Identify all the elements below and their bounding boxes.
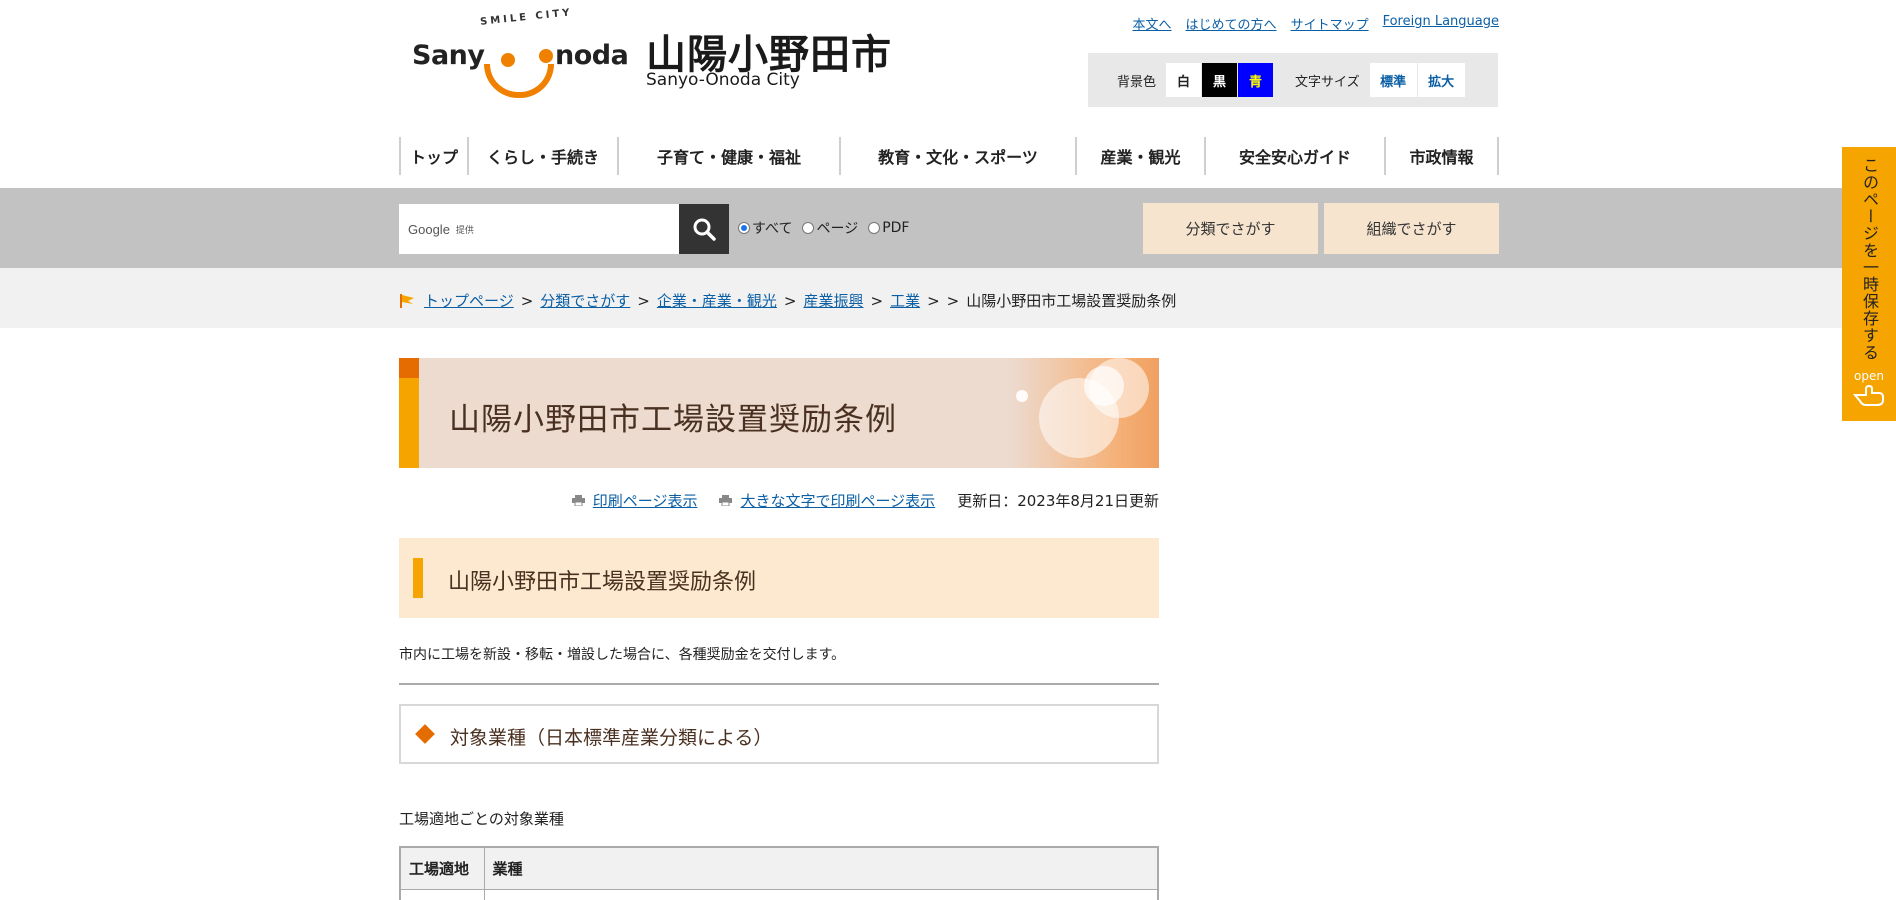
breadcrumb: トップページ > 分類でさがす > 企業・産業・観光 > 産業振興 > 工業 > > 山陽… (399, 290, 1176, 311)
utility-links: 本文へ はじめての方へ サイトマップ Foreign Language (1133, 14, 1499, 33)
util-link-first-time[interactable]: はじめての方へ (1186, 14, 1277, 33)
search-input[interactable]: Google 提供 (399, 204, 679, 254)
breadcrumb-link-category[interactable]: 分類でさがす (540, 290, 630, 311)
city-name-en: Sanyo-Onoda City (646, 70, 800, 90)
page-title-banner: 山陽小野田市工場設置奨励条例 (399, 358, 1159, 468)
breadcrumb-link-top[interactable]: トップページ (424, 290, 514, 311)
divider (399, 683, 1159, 685)
decor-circle (1016, 390, 1028, 402)
industry-table: 工場適地 業種 (399, 846, 1159, 900)
page-title: 山陽小野田市工場設置奨励条例 (449, 402, 897, 438)
bg-color-label: 背景色 (1117, 74, 1157, 90)
decor-circle (1084, 366, 1124, 406)
search-scope-radios: すべて ページ PDF (738, 218, 909, 238)
nav-item-education-culture[interactable]: 教育・文化・スポーツ (839, 137, 1075, 175)
main-content: 山陽小野田市工場設置奨励条例 印刷ページ表示 大きな文字で印刷ページ表示 更新日… (399, 358, 1159, 900)
print-options: 印刷ページ表示 大きな文字で印刷ページ表示 更新日：2023年8月21日更新 (571, 490, 1159, 511)
nav-item-city-info[interactable]: 市政情報 (1384, 137, 1499, 175)
logo-dot-icon (539, 49, 553, 63)
nav-item-top[interactable]: トップ (399, 137, 467, 175)
nav-item-safety-guide[interactable]: 安全安心ガイド (1204, 137, 1384, 175)
logo-onoda-letters: noda (555, 40, 629, 71)
diamond-icon (415, 724, 435, 744)
util-link-main-content[interactable]: 本文へ (1133, 14, 1172, 33)
search-icon (693, 218, 716, 241)
font-size-large-button[interactable]: 拡大 (1417, 63, 1465, 97)
updated-date: 更新日：2023年8月21日更新 (957, 492, 1159, 510)
printer-icon (719, 495, 733, 506)
breadcrumb-extra-separator: > (946, 291, 960, 310)
radio-page[interactable]: ページ (802, 218, 858, 238)
search-button[interactable] (679, 204, 729, 254)
save-page-text: このページを一時保存する (1860, 157, 1879, 361)
radio-pdf[interactable]: PDF (868, 220, 909, 236)
table-row (399, 889, 1159, 900)
radio-unchecked-icon[interactable] (868, 222, 881, 234)
print-large-text-link[interactable]: 大きな文字で印刷ページ表示 (740, 490, 935, 511)
print-page-link[interactable]: 印刷ページ表示 (593, 490, 698, 511)
search-band: Google 提供 すべて ページ PDF 分類でさがす 組織でさがす (0, 188, 1896, 268)
site-logo[interactable]: SMILE CITY Sany noda (412, 7, 632, 102)
section-heading: 山陽小野田市工場設置奨励条例 (399, 538, 1159, 618)
logo-smile-icon (484, 64, 554, 98)
breadcrumb-band: トップページ > 分類でさがす > 企業・産業・観光 > 産業振興 > 工業 > > 山陽… (0, 268, 1896, 328)
printer-icon (571, 495, 585, 506)
table-header-row: 工場適地 業種 (399, 846, 1159, 890)
breadcrumb-link-business[interactable]: 企業・産業・観光 (657, 290, 777, 311)
font-size-label: 文字サイズ (1295, 74, 1360, 90)
subsection-heading: 対象業種（日本標準産業分類による） (399, 704, 1159, 764)
site-header: SMILE CITY Sany noda 山陽小野田市 Sanyo-Onoda … (399, 0, 1499, 128)
bg-black-button[interactable]: 黒 (1202, 63, 1238, 97)
logo-smile-city-text: SMILE CITY (479, 7, 574, 28)
pointing-hand-icon (1852, 384, 1884, 406)
bg-white-button[interactable]: 白 (1166, 63, 1202, 97)
radio-unchecked-icon[interactable] (802, 222, 815, 234)
logo-sanyo-text: Sany (412, 40, 485, 71)
radio-all[interactable]: すべて (738, 218, 792, 238)
radio-checked-icon[interactable] (738, 222, 750, 234)
table-header-industry: 業種 (483, 846, 1159, 890)
breadcrumb-current: 山陽小野田市工場設置奨励条例 (966, 292, 1177, 310)
nav-item-industry-tourism[interactable]: 産業・観光 (1075, 137, 1204, 175)
global-nav: トップ くらし・手続き 子育て・健康・福祉 教育・文化・スポーツ 産業・観光 安… (399, 137, 1499, 175)
breadcrumb-link-promotion[interactable]: 産業振興 (803, 290, 863, 311)
accessibility-panel: 背景色 白 黒 青 文字サイズ 標準 拡大 (1088, 53, 1498, 107)
util-link-sitemap[interactable]: サイトマップ (1291, 14, 1369, 33)
util-link-foreign-language[interactable]: Foreign Language (1383, 14, 1499, 33)
nav-item-living[interactable]: くらし・手続き (467, 137, 617, 175)
table-caption: 工場適地ごとの対象業種 (399, 810, 564, 828)
search-by-category-button[interactable]: 分類でさがす (1143, 203, 1318, 254)
bg-blue-button[interactable]: 青 (1238, 63, 1274, 97)
side-tab-open-label: open (1854, 369, 1884, 383)
save-page-side-tab[interactable]: このページを一時保存する open (1842, 147, 1896, 421)
table-header-site: 工場適地 (399, 846, 485, 890)
lead-paragraph: 市内に工場を新設・移転・増設した場合に、各種奨励金を交付します。 (399, 647, 846, 663)
nav-item-childcare-health[interactable]: 子育て・健康・福祉 (617, 137, 839, 175)
subsection-heading-text: 対象業種（日本標準産業分類による） (450, 727, 773, 749)
font-size-standard-button[interactable]: 標準 (1369, 63, 1417, 97)
search-by-organization-button[interactable]: 組織でさがす (1324, 203, 1499, 254)
breadcrumb-link-industry[interactable]: 工業 (890, 290, 920, 311)
search-provider-text: Google (408, 221, 450, 237)
flag-icon (400, 293, 414, 308)
section-heading-text: 山陽小野田市工場設置奨励条例 (448, 570, 757, 595)
search-provider-sub: 提供 (455, 225, 474, 236)
